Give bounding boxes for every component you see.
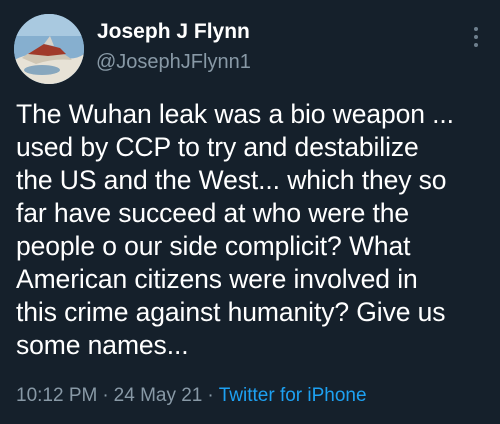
tweet-text: The Wuhan leak was a bio weapon ... used… <box>16 99 454 360</box>
tweet-source-link[interactable]: Twitter for iPhone <box>219 385 367 406</box>
meta-separator: · <box>102 385 109 406</box>
tweet-card: Joseph J Flynn @JosephJFlynn1 The Wuhan … <box>0 0 500 424</box>
tweet-date[interactable]: 24 May 21 <box>114 385 203 406</box>
avatar[interactable] <box>14 14 84 84</box>
tweet-meta: 10:12 PM · 24 May 21 · Twitter for iPhone <box>16 385 367 407</box>
display-name[interactable]: Joseph J Flynn <box>97 20 250 44</box>
meta-separator: · <box>207 385 214 406</box>
more-vertical-icon[interactable] <box>468 24 484 54</box>
avatar-image <box>14 14 84 84</box>
tweet-time[interactable]: 10:12 PM <box>16 385 97 406</box>
user-handle[interactable]: @JosephJFlynn1 <box>96 51 251 74</box>
